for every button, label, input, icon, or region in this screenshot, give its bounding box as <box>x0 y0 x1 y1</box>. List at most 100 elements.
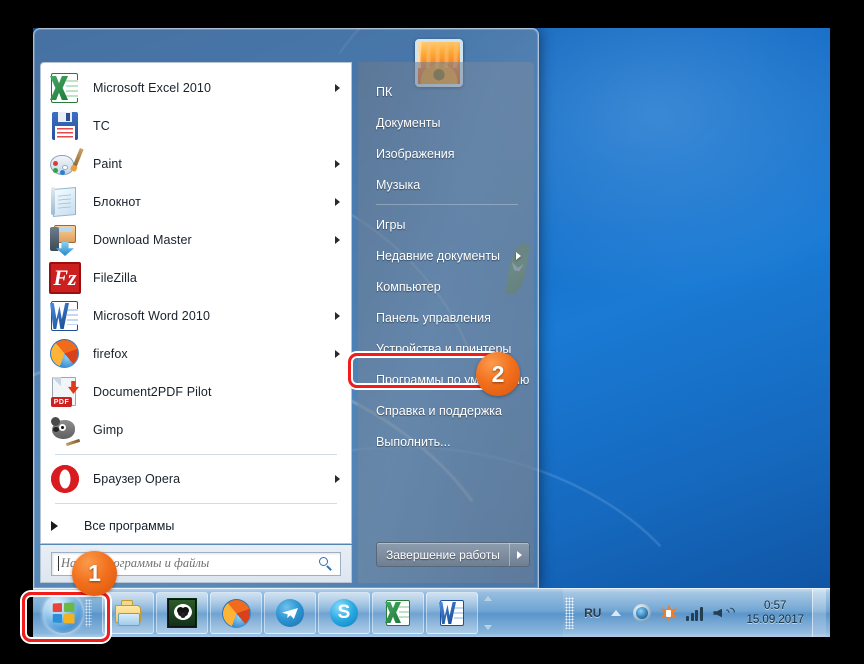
program-label: TC <box>93 119 110 133</box>
notepad-icon <box>49 186 81 218</box>
clock-date: 15.09.2017 <box>746 614 804 626</box>
firefox-icon <box>49 338 81 370</box>
taskbar-scroll-buttons[interactable] <box>481 593 494 633</box>
program-item-filezilla[interactable]: Fz FileZilla <box>41 259 351 297</box>
menu-separator <box>55 503 337 504</box>
right-item-recent-documents[interactable]: Недавние документы <box>358 240 534 271</box>
right-item-label: Изображения <box>376 146 455 161</box>
chevron-up-icon[interactable] <box>611 610 622 616</box>
text-caret <box>58 556 59 571</box>
excel-icon <box>383 598 413 628</box>
right-item-computer[interactable]: Компьютер <box>358 271 534 302</box>
excel-icon <box>49 72 81 104</box>
right-item-music[interactable]: Музыка <box>358 169 534 200</box>
program-label: Microsoft Word 2010 <box>93 309 210 323</box>
submenu-arrow-icon[interactable] <box>335 350 340 358</box>
right-item-label: Музыка <box>376 177 421 192</box>
all-programs-button[interactable]: Все программы <box>41 509 351 543</box>
taskbar: RU 0:57 15.09.2017 <box>33 588 830 637</box>
right-item-label: Документы <box>376 115 441 130</box>
start-menu-left-panel: Microsoft Excel 2010 TC Paint Блокнот Do… <box>40 62 352 544</box>
network-icon[interactable] <box>633 604 652 622</box>
submenu-arrow-icon[interactable] <box>335 236 340 244</box>
right-item-pictures[interactable]: Изображения <box>358 138 534 169</box>
paint-icon <box>49 147 84 180</box>
step-badge-2: 2 <box>476 352 520 396</box>
signal-strength-icon[interactable] <box>686 605 704 621</box>
word-icon <box>49 300 81 332</box>
right-item-help-support[interactable]: Справка и поддержка <box>358 395 534 426</box>
right-item-pc[interactable]: ПК <box>358 76 534 107</box>
right-item-label: Недавние документы <box>376 248 501 263</box>
shutdown-button[interactable]: Завершение работы <box>376 542 530 567</box>
program-label: Блокнот <box>93 195 141 209</box>
taskbar-item-word[interactable] <box>426 592 478 634</box>
right-item-label: Игры <box>376 217 406 232</box>
taskbar-item-firefox[interactable] <box>210 592 262 634</box>
download-master-icon <box>49 224 81 256</box>
program-item-excel[interactable]: Microsoft Excel 2010 <box>41 69 351 107</box>
taskbar-item-skype[interactable] <box>318 592 370 634</box>
opera-icon <box>49 463 81 495</box>
program-label: Браузер Opera <box>93 472 181 486</box>
panda-icon <box>167 598 197 628</box>
right-item-documents[interactable]: Документы <box>358 107 534 138</box>
program-label: Gimp <box>93 423 124 437</box>
total-commander-icon <box>49 110 81 142</box>
taskbar-grip[interactable] <box>84 599 92 627</box>
chevron-up-icon[interactable] <box>483 596 492 601</box>
telegram-icon <box>276 599 304 627</box>
right-item-label: Компьютер <box>376 279 441 294</box>
taskbar-item-explorer[interactable] <box>102 592 154 634</box>
program-item-opera[interactable]: Браузер Opera <box>41 460 351 498</box>
submenu-arrow-icon[interactable] <box>335 160 340 168</box>
submenu-arrow-icon[interactable] <box>335 198 340 206</box>
program-item-word[interactable]: Microsoft Word 2010 <box>41 297 351 335</box>
all-programs-label: Все программы <box>84 519 175 533</box>
right-item-games[interactable]: Игры <box>358 209 534 240</box>
right-item-label: Справка и поддержка <box>376 403 502 418</box>
program-label: FileZilla <box>93 271 137 285</box>
show-desktop-button[interactable] <box>812 589 826 637</box>
program-item-paint[interactable]: Paint <box>41 145 351 183</box>
skype-icon <box>330 599 358 627</box>
program-item-gimp[interactable]: Gimp <box>41 411 351 449</box>
taskbar-item-telegram[interactable] <box>264 592 316 634</box>
program-item-download-master[interactable]: Download Master <box>41 221 351 259</box>
program-item-document2pdf[interactable]: PDF Document2PDF Pilot <box>41 373 351 411</box>
folder-explorer-icon <box>113 598 143 628</box>
program-item-notepad[interactable]: Блокнот <box>41 183 351 221</box>
program-item-firefox[interactable]: firefox <box>41 335 351 373</box>
search-icon <box>318 556 334 572</box>
submenu-arrow-icon[interactable] <box>335 312 340 320</box>
clock-time: 0:57 <box>764 600 787 612</box>
program-item-tc[interactable]: TC <box>41 107 351 145</box>
chevron-right-icon <box>516 550 522 559</box>
start-menu-right-panel: ПК Документы Изображения Музыка Игры Нед… <box>358 62 534 583</box>
submenu-arrow-icon[interactable] <box>335 84 340 92</box>
start-button[interactable] <box>33 589 101 637</box>
taskbar-clock[interactable]: 0:57 15.09.2017 <box>746 599 804 627</box>
tray-grip[interactable] <box>565 597 575 629</box>
menu-separator <box>376 204 518 205</box>
program-label: Download Master <box>93 233 192 247</box>
program-label: Microsoft Excel 2010 <box>93 81 212 95</box>
language-indicator[interactable]: RU <box>584 606 601 620</box>
right-item-run[interactable]: Выполнить... <box>358 426 534 457</box>
chevron-right-icon <box>51 521 58 531</box>
taskbar-item-excel[interactable] <box>372 592 424 634</box>
chevron-down-icon[interactable] <box>483 625 492 630</box>
submenu-arrow-icon[interactable] <box>335 475 340 483</box>
shutdown-options-button[interactable] <box>508 543 529 566</box>
menu-separator <box>55 454 337 455</box>
right-item-label: Панель управления <box>376 310 491 325</box>
submenu-arrow-icon[interactable] <box>516 251 521 260</box>
volume-icon[interactable] <box>713 604 738 622</box>
taskbar-item-panda[interactable] <box>156 592 208 634</box>
shutdown-label: Завершение работы <box>386 547 500 562</box>
screen: Microsoft Excel 2010 TC Paint Блокнот Do… <box>0 0 864 664</box>
right-item-control-panel[interactable]: Панель управления <box>358 302 534 333</box>
antivirus-icon[interactable] <box>660 605 677 622</box>
word-icon <box>437 598 467 628</box>
start-menu: Microsoft Excel 2010 TC Paint Блокнот Do… <box>33 28 539 588</box>
